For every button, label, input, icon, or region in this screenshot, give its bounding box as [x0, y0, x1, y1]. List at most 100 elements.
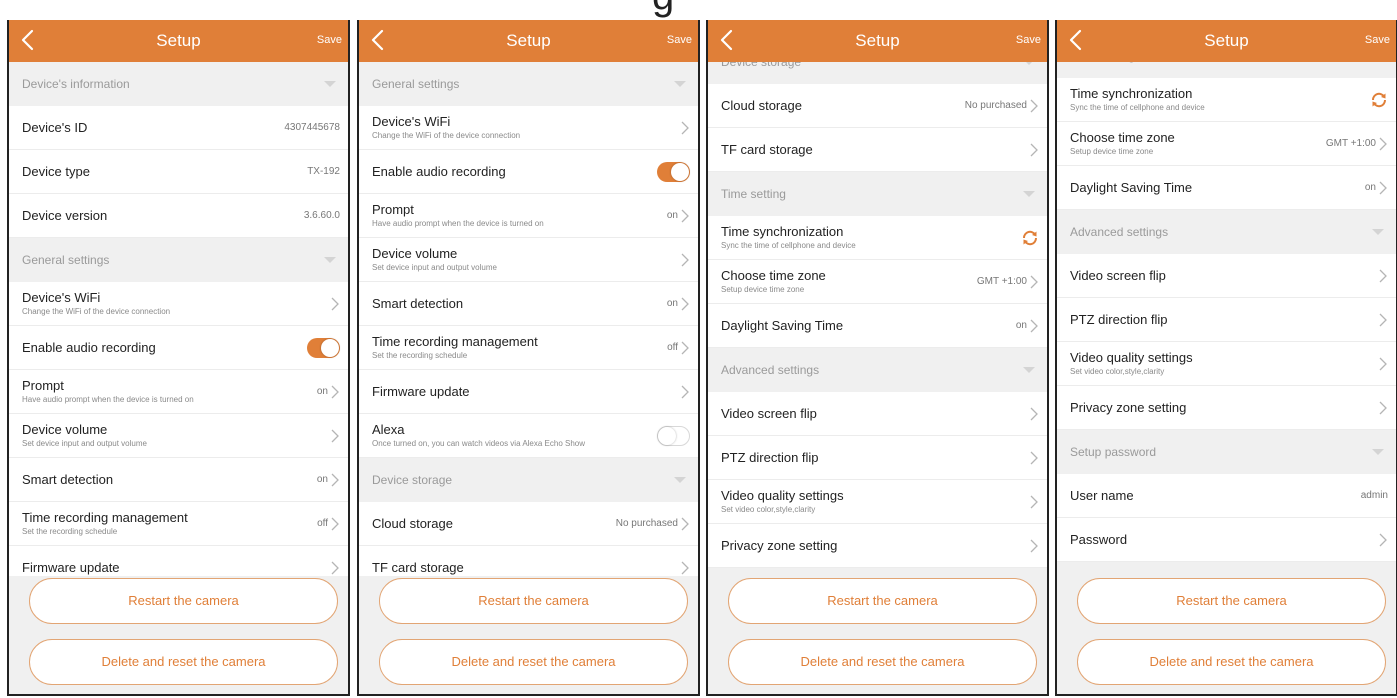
- chevron-right-icon: [681, 385, 690, 399]
- section-header-general-settings[interactable]: General settings: [359, 62, 698, 106]
- setting-choose-time-zone[interactable]: Choose time zone Setup device time zone GM…: [1057, 122, 1396, 166]
- toggle-switch[interactable]: [657, 162, 690, 182]
- setting-privacy-zone-setting[interactable]: Privacy zone setting: [708, 524, 1047, 568]
- setting-subtitle: Set video color,style,clarity: [721, 505, 816, 514]
- restart-camera-button[interactable]: Restart the camera: [379, 578, 688, 624]
- section-header-advanced-settings[interactable]: Advanced settings: [1057, 210, 1396, 254]
- section-header-device-s-information[interactable]: Device's information: [9, 62, 348, 106]
- setting-tf-card-storage[interactable]: TF card storage: [359, 546, 698, 576]
- settings-list[interactable]: General settings Device's WiFi Change the …: [359, 62, 698, 576]
- setting-value: No purchased: [615, 518, 678, 529]
- settings-list[interactable]: Time setting Time synchronization Sync the…: [1057, 62, 1396, 576]
- setting-ptz-direction-flip[interactable]: PTZ direction flip: [708, 436, 1047, 480]
- setting-subtitle: Once turned on, you can watch videos via…: [372, 439, 586, 448]
- save-button[interactable]: Save: [667, 34, 692, 46]
- save-button[interactable]: Save: [1365, 34, 1390, 46]
- save-button[interactable]: Save: [317, 34, 342, 46]
- section-header-time-setting[interactable]: Time setting: [1057, 62, 1396, 78]
- setting-choose-time-zone[interactable]: Choose time zone Setup device time zone GM…: [708, 260, 1047, 304]
- setting-value: TX-192: [307, 166, 340, 177]
- section-header-device-storage[interactable]: Device storage: [708, 62, 1047, 84]
- save-button[interactable]: Save: [1016, 34, 1041, 46]
- setting-title: Smart detection: [22, 472, 114, 487]
- chevron-right-icon: [1030, 99, 1039, 113]
- setting-daylight-saving-time[interactable]: Daylight Saving Time on: [1057, 166, 1396, 210]
- setting-title: Enable audio recording: [372, 164, 506, 179]
- setting-value: on: [1015, 320, 1027, 331]
- setting-title: Alexa: [372, 422, 405, 437]
- setting-title: Choose time zone: [721, 268, 826, 283]
- section-header-advanced-settings[interactable]: Advanced settings: [708, 348, 1047, 392]
- setting-prompt[interactable]: Prompt Have audio prompt when the device …: [9, 370, 348, 414]
- delete-reset-camera-button[interactable]: Delete and reset the camera: [1077, 639, 1386, 685]
- restart-camera-button[interactable]: Restart the camera: [29, 578, 338, 624]
- setting-cloud-storage[interactable]: Cloud storage No purchased: [359, 502, 698, 546]
- setting-device-version[interactable]: Device version 3.6.60.0: [9, 194, 348, 238]
- chevron-right-icon: [1030, 143, 1039, 157]
- setting-smart-detection[interactable]: Smart detection on: [9, 458, 348, 502]
- setting-password[interactable]: Password: [1057, 518, 1396, 562]
- toggle-switch[interactable]: [307, 338, 340, 358]
- setting-title: Enable audio recording: [22, 340, 156, 355]
- setting-device-s-id[interactable]: Device's ID 4307445678: [9, 106, 348, 150]
- section-header-general-settings[interactable]: General settings: [9, 238, 348, 282]
- delete-reset-camera-button[interactable]: Delete and reset the camera: [728, 639, 1037, 685]
- setting-device-volume[interactable]: Device volume Set device input and output…: [9, 414, 348, 458]
- settings-list-content: Time setting Time synchronization Sync the…: [1057, 62, 1396, 562]
- setting-privacy-zone-setting[interactable]: Privacy zone setting: [1057, 386, 1396, 430]
- partial-title-glyph: g: [652, 0, 674, 19]
- setting-alexa[interactable]: Alexa Once turned on, you can watch video…: [359, 414, 698, 458]
- page-title: Setup: [855, 31, 900, 50]
- toggle-knob: [321, 339, 339, 357]
- restart-camera-button[interactable]: Restart the camera: [1077, 578, 1386, 624]
- setting-value: on: [666, 210, 678, 221]
- setting-title: Smart detection: [372, 296, 464, 311]
- setting-value: GMT +1:00: [976, 276, 1027, 287]
- setting-device-s-wifi[interactable]: Device's WiFi Change the WiFi of the devi…: [9, 282, 348, 326]
- setting-title: Time recording management: [372, 334, 538, 349]
- setting-value: on: [316, 386, 328, 397]
- setting-user-name[interactable]: User name admin: [1057, 474, 1396, 518]
- setting-device-type[interactable]: Device type TX-192: [9, 150, 348, 194]
- setting-time-synchronization[interactable]: Time synchronization Sync the time of cel…: [1057, 78, 1396, 122]
- setting-cloud-storage[interactable]: Cloud storage No purchased: [708, 84, 1047, 128]
- settings-list[interactable]: Device storage Cloud storage No purchased T…: [708, 62, 1047, 576]
- setting-tf-card-storage[interactable]: TF card storage: [708, 128, 1047, 172]
- toggle-switch[interactable]: [657, 426, 690, 446]
- setting-subtitle: Sync the time of cellphone and device: [1070, 103, 1205, 112]
- setting-title: Daylight Saving Time: [1070, 180, 1193, 195]
- action-footer: Restart the camera Delete and reset the c…: [9, 576, 348, 694]
- restart-camera-button[interactable]: Restart the camera: [728, 578, 1037, 624]
- setting-device-volume[interactable]: Device volume Set device input and output…: [359, 238, 698, 282]
- toggle-knob: [671, 163, 689, 181]
- setting-video-screen-flip[interactable]: Video screen flip: [708, 392, 1047, 436]
- sync-icon[interactable]: [1021, 229, 1039, 247]
- setting-video-quality-settings[interactable]: Video quality settings Set video color,st…: [1057, 342, 1396, 386]
- setting-firmware-update[interactable]: Firmware update: [9, 546, 348, 576]
- setting-smart-detection[interactable]: Smart detection on: [359, 282, 698, 326]
- page-title: Setup: [156, 31, 201, 50]
- setting-prompt[interactable]: Prompt Have audio prompt when the device …: [359, 194, 698, 238]
- setting-enable-audio-recording[interactable]: Enable audio recording: [359, 150, 698, 194]
- setting-firmware-update[interactable]: Firmware update: [359, 370, 698, 414]
- setting-enable-audio-recording[interactable]: Enable audio recording: [9, 326, 348, 370]
- section-header-time-setting[interactable]: Time setting: [708, 172, 1047, 216]
- setting-time-recording-management[interactable]: Time recording management Set the recordi…: [9, 502, 348, 546]
- setting-ptz-direction-flip[interactable]: PTZ direction flip: [1057, 298, 1396, 342]
- settings-list[interactable]: Device's information Device's ID 430744567…: [9, 62, 348, 576]
- setting-video-screen-flip[interactable]: Video screen flip: [1057, 254, 1396, 298]
- setting-device-s-wifi[interactable]: Device's WiFi Change the WiFi of the devi…: [359, 106, 698, 150]
- setting-time-synchronization[interactable]: Time synchronization Sync the time of cel…: [708, 216, 1047, 260]
- setting-time-recording-management[interactable]: Time recording management Set the recordi…: [359, 326, 698, 370]
- delete-reset-camera-button[interactable]: Delete and reset the camera: [379, 639, 688, 685]
- setting-video-quality-settings[interactable]: Video quality settings Set video color,st…: [708, 480, 1047, 524]
- section-label: Time setting: [1070, 62, 1135, 63]
- setting-subtitle: Change the WiFi of the device connection: [22, 307, 171, 316]
- delete-reset-camera-button[interactable]: Delete and reset the camera: [29, 639, 338, 685]
- setting-daylight-saving-time[interactable]: Daylight Saving Time on: [708, 304, 1047, 348]
- sync-icon[interactable]: [1370, 91, 1388, 109]
- setting-title: Time synchronization: [721, 224, 844, 239]
- section-label: Device storage: [721, 62, 802, 69]
- section-header-setup-password[interactable]: Setup password: [1057, 430, 1396, 474]
- section-header-device-storage[interactable]: Device storage: [359, 458, 698, 502]
